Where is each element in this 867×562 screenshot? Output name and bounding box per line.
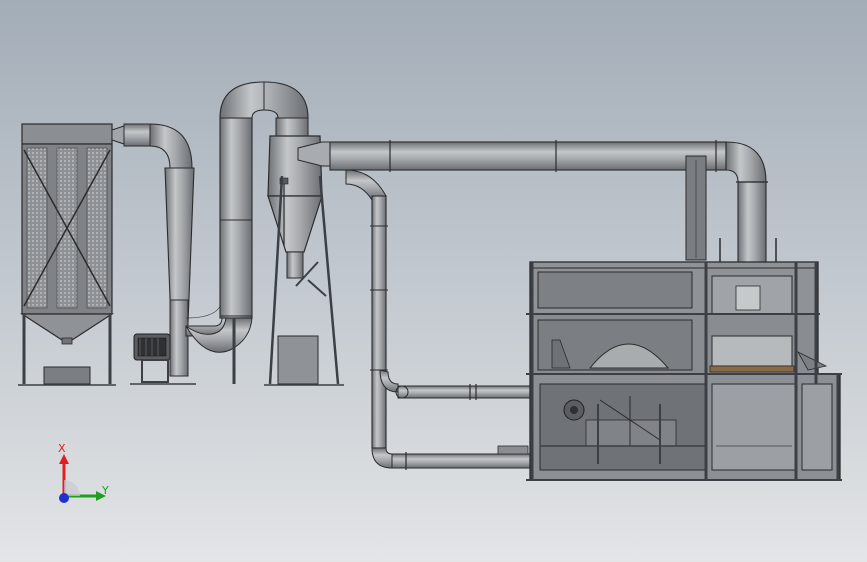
orientation-triad[interactable]: X Y [48, 440, 118, 510]
cad-assembly-model[interactable] [0, 0, 867, 562]
x-axis-label: X [58, 442, 66, 455]
z-axis-dot [59, 493, 69, 503]
cyclone-separator[interactable] [264, 135, 344, 386]
return-air-duct[interactable] [345, 169, 531, 470]
bag-filter-outlet-duct[interactable] [111, 123, 193, 169]
main-supply-duct[interactable] [329, 140, 768, 283]
induced-draft-fan[interactable] [130, 167, 196, 385]
x-axis-arrowhead [59, 454, 69, 464]
bag-filter-dust-collector[interactable] [18, 123, 116, 386]
y-axis-label: Y [101, 484, 109, 497]
graphics-viewport[interactable]: X Y [0, 0, 867, 562]
drying-machine-frame[interactable] [526, 238, 842, 481]
